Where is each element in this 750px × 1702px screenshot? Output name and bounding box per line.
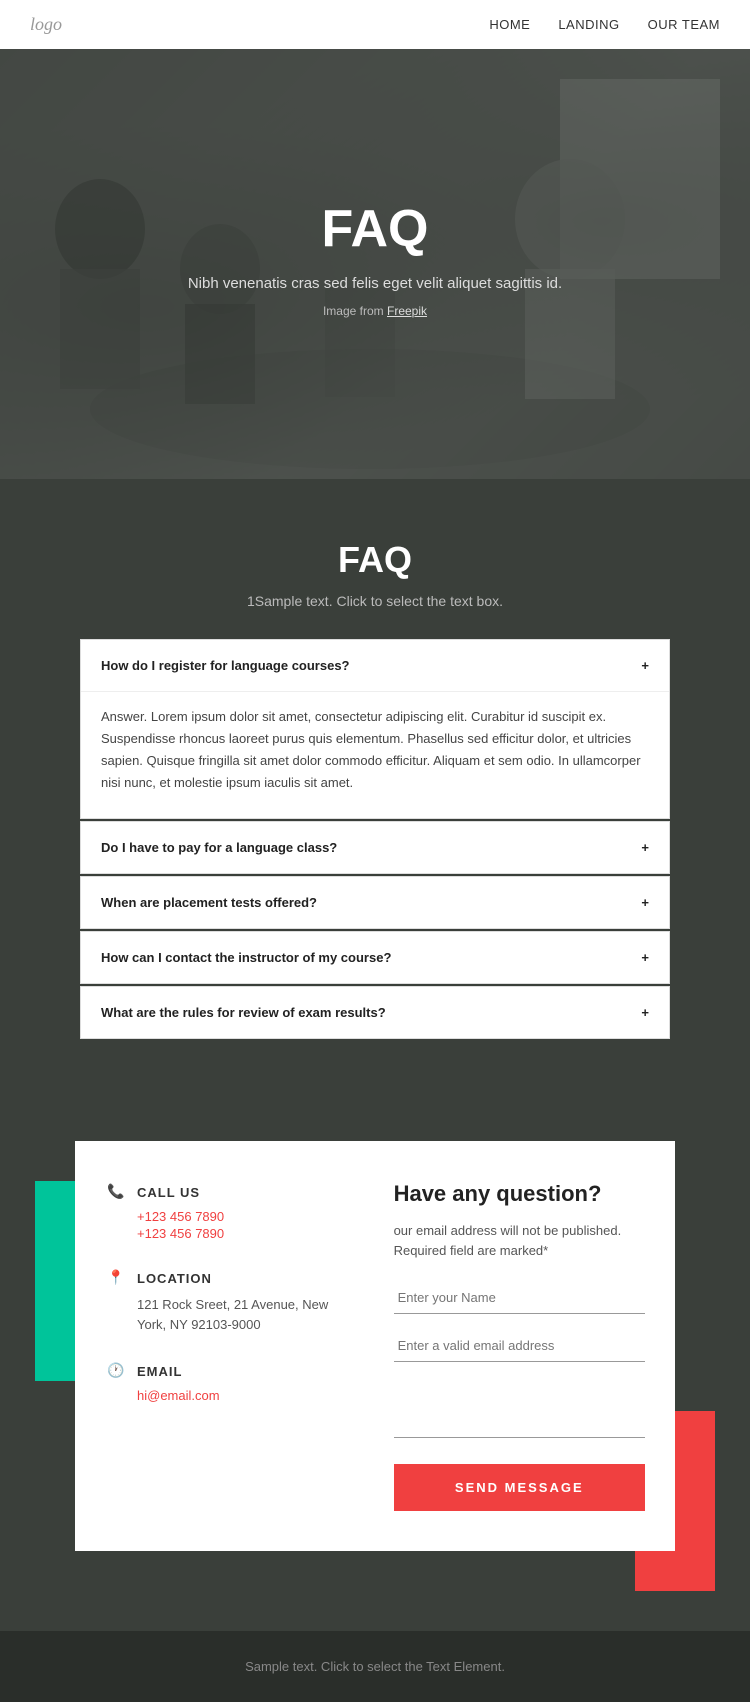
send-message-button[interactable]: SEND MESSAGE xyxy=(394,1464,645,1511)
footer-text: Sample text. Click to select the Text El… xyxy=(245,1659,505,1674)
call-label: CALL US xyxy=(137,1185,200,1200)
faq-item-2: Do I have to pay for a language class? + xyxy=(80,821,670,874)
hero-title: FAQ xyxy=(188,199,562,259)
faq-question-4: How can I contact the instructor of my c… xyxy=(101,950,391,965)
nav-home[interactable]: HOME xyxy=(489,17,530,32)
faq-question-5: What are the rules for review of exam re… xyxy=(101,1005,386,1020)
name-field-group xyxy=(394,1282,645,1314)
hero-subtitle: Nibh venenatis cras sed felis eget velit… xyxy=(188,275,562,292)
location-label-row: 📍 LOCATION xyxy=(105,1267,334,1289)
contact-email-block: 🕐 EMAIL hi@email.com xyxy=(105,1360,334,1403)
faq-section: FAQ 1Sample text. Click to select the te… xyxy=(0,479,750,1081)
address-text: 121 Rock Sreet, 21 Avenue, New York, NY … xyxy=(137,1295,334,1334)
name-input[interactable] xyxy=(394,1282,645,1314)
email-label-row: 🕐 EMAIL xyxy=(105,1360,334,1382)
nav-links: HOME LANDING OUR TEAM xyxy=(489,17,720,32)
email-label: EMAIL xyxy=(137,1364,182,1379)
faq-item-5: What are the rules for review of exam re… xyxy=(80,986,670,1039)
email-input[interactable] xyxy=(394,1330,645,1362)
call-label-row: 📞 CALL US xyxy=(105,1181,334,1203)
faq-list: How do I register for language courses? … xyxy=(80,639,670,1039)
contact-form-area: Have any question? our email address wil… xyxy=(364,1141,675,1551)
faq-header-5[interactable]: What are the rules for review of exam re… xyxy=(81,987,669,1038)
faq-toggle-5[interactable]: + xyxy=(641,1006,649,1019)
faq-toggle-3[interactable]: + xyxy=(641,896,649,909)
faq-subtitle: 1Sample text. Click to select the text b… xyxy=(30,593,720,609)
email-link[interactable]: hi@email.com xyxy=(137,1388,334,1403)
faq-question-3: When are placement tests offered? xyxy=(101,895,317,910)
nav-landing[interactable]: LANDING xyxy=(558,17,619,32)
phone1-link[interactable]: +123 456 7890 xyxy=(137,1209,334,1224)
faq-header-4[interactable]: How can I contact the instructor of my c… xyxy=(81,932,669,983)
location-label: LOCATION xyxy=(137,1271,212,1286)
phone-icon: 📞 xyxy=(105,1181,127,1203)
nav-our-team[interactable]: OUR TEAM xyxy=(648,17,720,32)
contact-call-block: 📞 CALL US +123 456 7890 +123 456 7890 xyxy=(105,1181,334,1241)
faq-toggle-4[interactable]: + xyxy=(641,951,649,964)
faq-question-1: How do I register for language courses? xyxy=(101,658,350,673)
faq-item-1: How do I register for language courses? … xyxy=(80,639,670,819)
logo: logo xyxy=(30,14,62,35)
message-input[interactable] xyxy=(394,1378,645,1438)
email-field-group xyxy=(394,1330,645,1362)
image-credit: Image from Freepik xyxy=(188,304,562,318)
message-field-group xyxy=(394,1378,645,1438)
hero-section: FAQ Nibh venenatis cras sed felis eget v… xyxy=(0,49,750,479)
faq-question-2: Do I have to pay for a language class? xyxy=(101,840,337,855)
faq-item-4: How can I contact the instructor of my c… xyxy=(80,931,670,984)
contact-card: 📞 CALL US +123 456 7890 +123 456 7890 📍 … xyxy=(75,1141,675,1551)
contact-section: 📞 CALL US +123 456 7890 +123 456 7890 📍 … xyxy=(0,1081,750,1631)
contact-form-title: Have any question? xyxy=(394,1181,645,1207)
phone2-link[interactable]: +123 456 7890 xyxy=(137,1226,334,1241)
faq-header-1[interactable]: How do I register for language courses? … xyxy=(81,640,669,691)
location-icon: 📍 xyxy=(105,1267,127,1289)
footer: Sample text. Click to select the Text El… xyxy=(0,1631,750,1702)
faq-header-2[interactable]: Do I have to pay for a language class? + xyxy=(81,822,669,873)
email-icon: 🕐 xyxy=(105,1360,127,1382)
faq-title: FAQ xyxy=(30,539,720,581)
faq-answer-1: Answer. Lorem ipsum dolor sit amet, cons… xyxy=(81,691,669,818)
freepik-link[interactable]: Freepik xyxy=(387,304,427,318)
contact-info: 📞 CALL US +123 456 7890 +123 456 7890 📍 … xyxy=(75,1141,364,1551)
contact-location-block: 📍 LOCATION 121 Rock Sreet, 21 Avenue, Ne… xyxy=(105,1267,334,1334)
faq-header-3[interactable]: When are placement tests offered? + xyxy=(81,877,669,928)
faq-item-3: When are placement tests offered? + xyxy=(80,876,670,929)
faq-toggle-1[interactable]: + xyxy=(641,659,649,672)
navigation: logo HOME LANDING OUR TEAM xyxy=(0,0,750,49)
contact-form-subtitle: our email address will not be published.… xyxy=(394,1221,645,1260)
faq-toggle-2[interactable]: + xyxy=(641,841,649,854)
hero-content: FAQ Nibh venenatis cras sed felis eget v… xyxy=(188,199,562,330)
